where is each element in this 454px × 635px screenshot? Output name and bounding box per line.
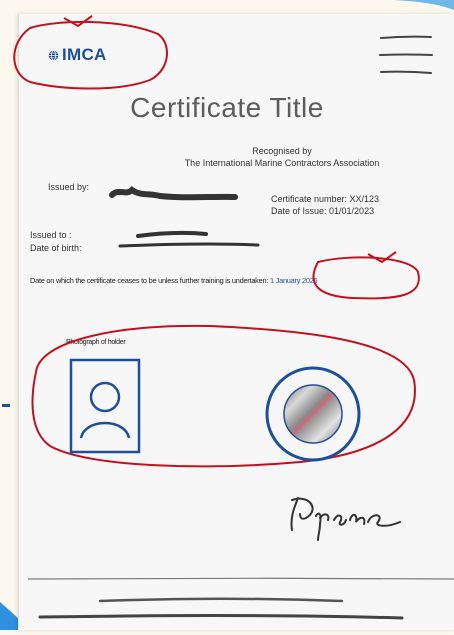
recognition-block: Recognised by The International Marine C…: [82, 145, 454, 169]
corner-decoration: [394, 0, 454, 10]
issued-to-label: Issued to :: [30, 230, 72, 240]
certificate-title: Certificate Title: [130, 92, 324, 123]
date-of-birth-label: Date of birth:: [30, 243, 82, 253]
expiry-date-link[interactable]: 1 January 2026: [270, 276, 318, 285]
expiry-statement: Date on which the certificate ceases to …: [30, 276, 318, 285]
logo-text: IMCA: [62, 45, 107, 64]
association-name: The International Marine Contractors Ass…: [184, 158, 380, 168]
edge-dash: [2, 404, 10, 407]
globe-icon: [48, 49, 59, 61]
hamburger-menu-icon[interactable]: [378, 34, 434, 76]
certificate-number: Certificate number: XX/123: [271, 194, 380, 204]
recognised-by-text: Recognised by: [252, 146, 312, 156]
imca-logo: IMCA: [48, 45, 107, 65]
photo-holder-label: Photograph of holder: [66, 339, 126, 346]
date-of-issue: Date of Issue: 01/01/2023: [271, 206, 375, 216]
issued-by-label: Issued by:: [48, 182, 90, 192]
expiry-text: Date on which the certificate ceases to …: [30, 276, 269, 285]
